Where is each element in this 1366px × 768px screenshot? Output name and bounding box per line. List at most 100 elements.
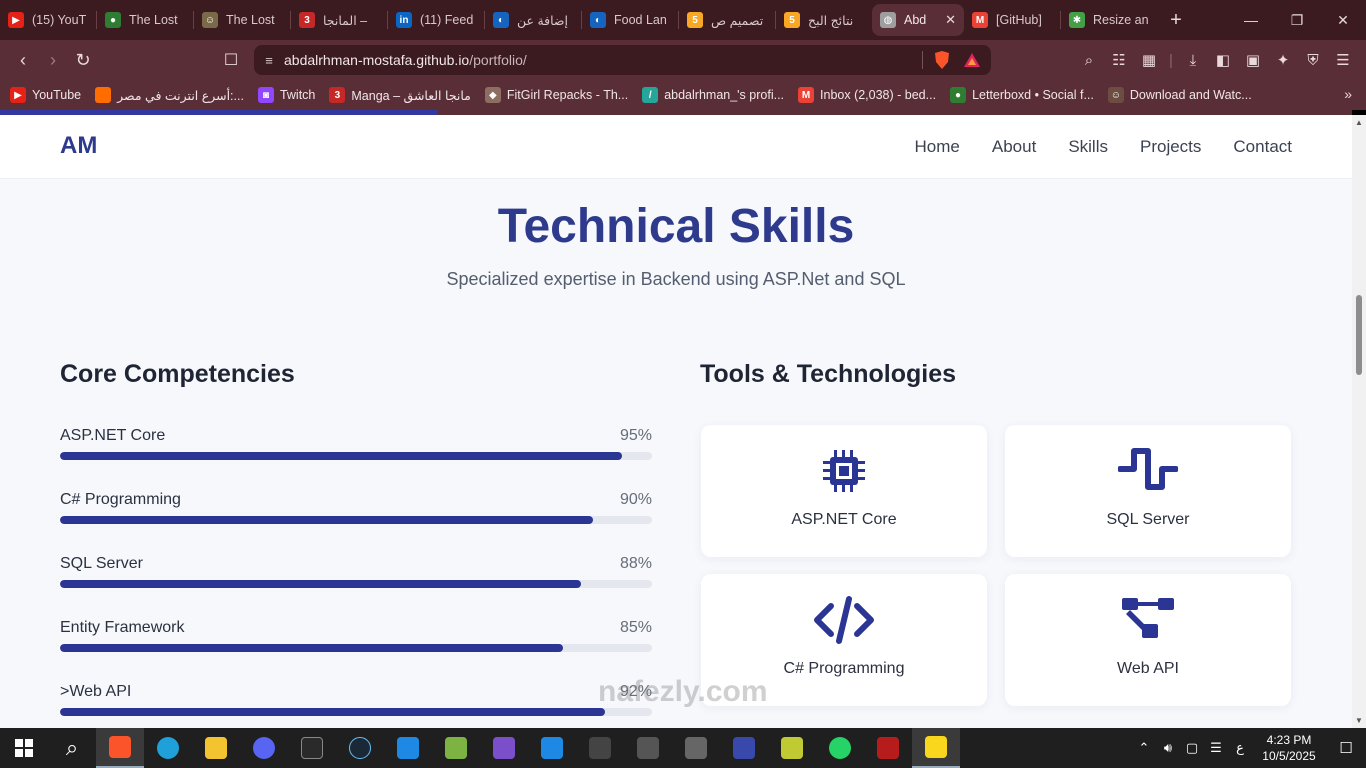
more-bookmarks-icon[interactable]: »	[1344, 86, 1352, 102]
reader-mode-icon[interactable]: ☷	[1104, 45, 1134, 75]
taskbar-edge-icon[interactable]	[144, 728, 192, 768]
url-text[interactable]: abdalrhman-mostafa.github.io/portfolio/	[284, 52, 914, 68]
search-icon[interactable]: ⌕	[48, 728, 96, 768]
browser-tab[interactable]: ◍ Abd ✕	[872, 4, 964, 36]
address-bar[interactable]: ≡ abdalrhman-mostafa.github.io/portfolio…	[254, 45, 991, 75]
taskbar-visual-studio-icon[interactable]	[480, 728, 528, 768]
tray-device-icon[interactable]: ▢	[1180, 740, 1204, 756]
taskbar-app7-icon[interactable]	[864, 728, 912, 768]
browser-tab[interactable]: ◐ إضافة عن	[485, 4, 581, 36]
taskbar-app3-icon[interactable]	[624, 728, 672, 768]
taskbar-app-icon[interactable]	[384, 728, 432, 768]
bookmark-item[interactable]: ◙ Twitch	[257, 87, 316, 103]
taskbar-steam-icon[interactable]	[336, 728, 384, 768]
skill-progress-track	[60, 516, 652, 524]
browser-tab[interactable]: M [GitHub]	[964, 4, 1060, 36]
page-scrollbar[interactable]: ▲ ▼	[1352, 115, 1366, 728]
taskbar-app6-icon[interactable]	[768, 728, 816, 768]
site-settings-icon[interactable]: ≡	[254, 53, 284, 68]
forward-icon[interactable]: ›	[38, 45, 68, 75]
bookmark-favicon-icon	[95, 87, 112, 103]
minimize-button[interactable]: —	[1228, 0, 1274, 40]
nav-link-contact[interactable]: Contact	[1233, 137, 1292, 157]
microchip-icon	[701, 447, 987, 497]
taskbar-app5-icon[interactable]	[720, 728, 768, 768]
bookmark-item[interactable]: M Inbox (2,038) - bed...	[798, 87, 936, 103]
taskbar-whatsapp-icon[interactable]	[816, 728, 864, 768]
taskbar-app4-icon[interactable]	[672, 728, 720, 768]
wallet-icon[interactable]: ▣	[1238, 45, 1268, 75]
browser-tab[interactable]: 5 تصميم ص	[679, 4, 775, 36]
nav-link-about[interactable]: About	[992, 137, 1036, 157]
tab-favicon-icon: 5	[687, 12, 703, 28]
taskbar-vscode-icon[interactable]	[528, 728, 576, 768]
bookmark-icon[interactable]: ☐	[216, 45, 246, 75]
browser-tab[interactable]: ✱ Resize an	[1061, 4, 1157, 36]
scroll-up-arrow-icon[interactable]: ▲	[1355, 118, 1363, 127]
code-icon	[701, 596, 987, 646]
menu-icon[interactable]: ☰	[1328, 45, 1358, 75]
browser-tab[interactable]: ● The Lost	[97, 4, 193, 36]
tool-card: ASP.NET Core	[701, 425, 987, 557]
bookmark-item[interactable]: ● Letterboxd • Social f...	[950, 87, 1094, 103]
skill-percent: 90%	[619, 491, 652, 508]
start-button[interactable]	[0, 728, 48, 768]
new-tab-button[interactable]: +	[1161, 9, 1191, 32]
nav-link-projects[interactable]: Projects	[1140, 137, 1201, 157]
close-tab-icon[interactable]: ✕	[945, 12, 956, 28]
qr-code-icon[interactable]: ▦	[1134, 45, 1164, 75]
tab-favicon-icon: ◍	[880, 12, 896, 28]
bookmark-item[interactable]: 3 Manga – مانجا العاشق	[329, 87, 471, 103]
leo-ai-icon[interactable]: ✦	[1268, 45, 1298, 75]
bookmark-item[interactable]: أسرع انترنت في مصر:...	[95, 87, 244, 103]
browser-tab[interactable]: 5 نتائج البح	[776, 4, 872, 36]
bookmark-item[interactable]: ▶ YouTube	[10, 87, 81, 103]
close-window-button[interactable]: ✕	[1320, 0, 1366, 40]
scroll-down-arrow-icon[interactable]: ▼	[1355, 716, 1363, 725]
vpn-icon[interactable]: ⛨	[1298, 45, 1328, 75]
volume-icon[interactable]: 🔊︎	[1156, 740, 1180, 756]
reload-icon[interactable]: ↻	[68, 45, 98, 75]
network-icon[interactable]: ☰	[1204, 740, 1228, 756]
taskbar-brave-icon[interactable]	[96, 728, 144, 768]
bookmark-item[interactable]: ◆ FitGirl Repacks - Th...	[484, 87, 628, 103]
tab-favicon-icon: ▶	[8, 12, 24, 28]
toolbar-divider: |	[1169, 51, 1173, 69]
maximize-button[interactable]: ❐	[1274, 0, 1320, 40]
taskbar-bluestacks-icon[interactable]	[432, 728, 480, 768]
nav-link-home[interactable]: Home	[915, 137, 960, 157]
download-icon[interactable]: ⤓	[1178, 45, 1208, 75]
sidebar-icon[interactable]: ◧	[1208, 45, 1238, 75]
skill-name: >Web API	[60, 683, 132, 700]
brave-shields-icon[interactable]	[931, 49, 953, 71]
bookmark-item[interactable]: ☺ Download and Watc...	[1107, 87, 1252, 103]
bookmark-item[interactable]: / abdalrhman_'s profi...	[642, 87, 784, 103]
bookmark-label: Twitch	[279, 88, 316, 102]
browser-tab[interactable]: 3 المانجا –	[291, 4, 387, 36]
project-diagram-icon	[1005, 596, 1291, 646]
input-language[interactable]: ع	[1228, 740, 1252, 756]
windows-logo-icon	[15, 739, 33, 757]
taskbar-app8-icon[interactable]	[912, 728, 960, 768]
browser-tab[interactable]: in (11) Feed	[388, 4, 484, 36]
toolbar-actions: ⌕ ☷ ▦ | ⤓ ◧ ▣ ✦ ⛨ ☰	[1074, 40, 1358, 80]
taskbar-file-explorer-icon[interactable]	[192, 728, 240, 768]
clock[interactable]: 4:23 PM 10/5/2025	[1252, 732, 1326, 764]
browser-tab[interactable]: ▶ (15) YouT	[0, 4, 96, 36]
taskbar-app2-icon[interactable]	[576, 728, 624, 768]
system-tray: ⌃ 🔊︎ ▢ ☰ ع 4:23 PM 10/5/2025 ☐	[1132, 728, 1366, 768]
site-logo[interactable]: AM	[60, 132, 97, 160]
taskbar-epic-games-icon[interactable]	[288, 728, 336, 768]
tray-chevron-up-icon[interactable]: ⌃	[1132, 740, 1156, 756]
brave-rewards-icon[interactable]	[961, 49, 983, 71]
nav-link-skills[interactable]: Skills	[1068, 137, 1108, 157]
browser-tab[interactable]: ☺ The Lost	[194, 4, 290, 36]
taskbar-discord-icon[interactable]	[240, 728, 288, 768]
browser-tab[interactable]: ◐ Food Lan	[582, 4, 678, 36]
search-tab-icon[interactable]: ⌕	[1074, 45, 1104, 75]
tool-label: Web API	[1117, 660, 1179, 677]
scrollbar-thumb[interactable]	[1356, 295, 1362, 375]
tab-title: (11) Feed	[420, 13, 474, 27]
back-icon[interactable]: ‹	[8, 45, 38, 75]
notifications-icon[interactable]: ☐	[1326, 739, 1366, 757]
